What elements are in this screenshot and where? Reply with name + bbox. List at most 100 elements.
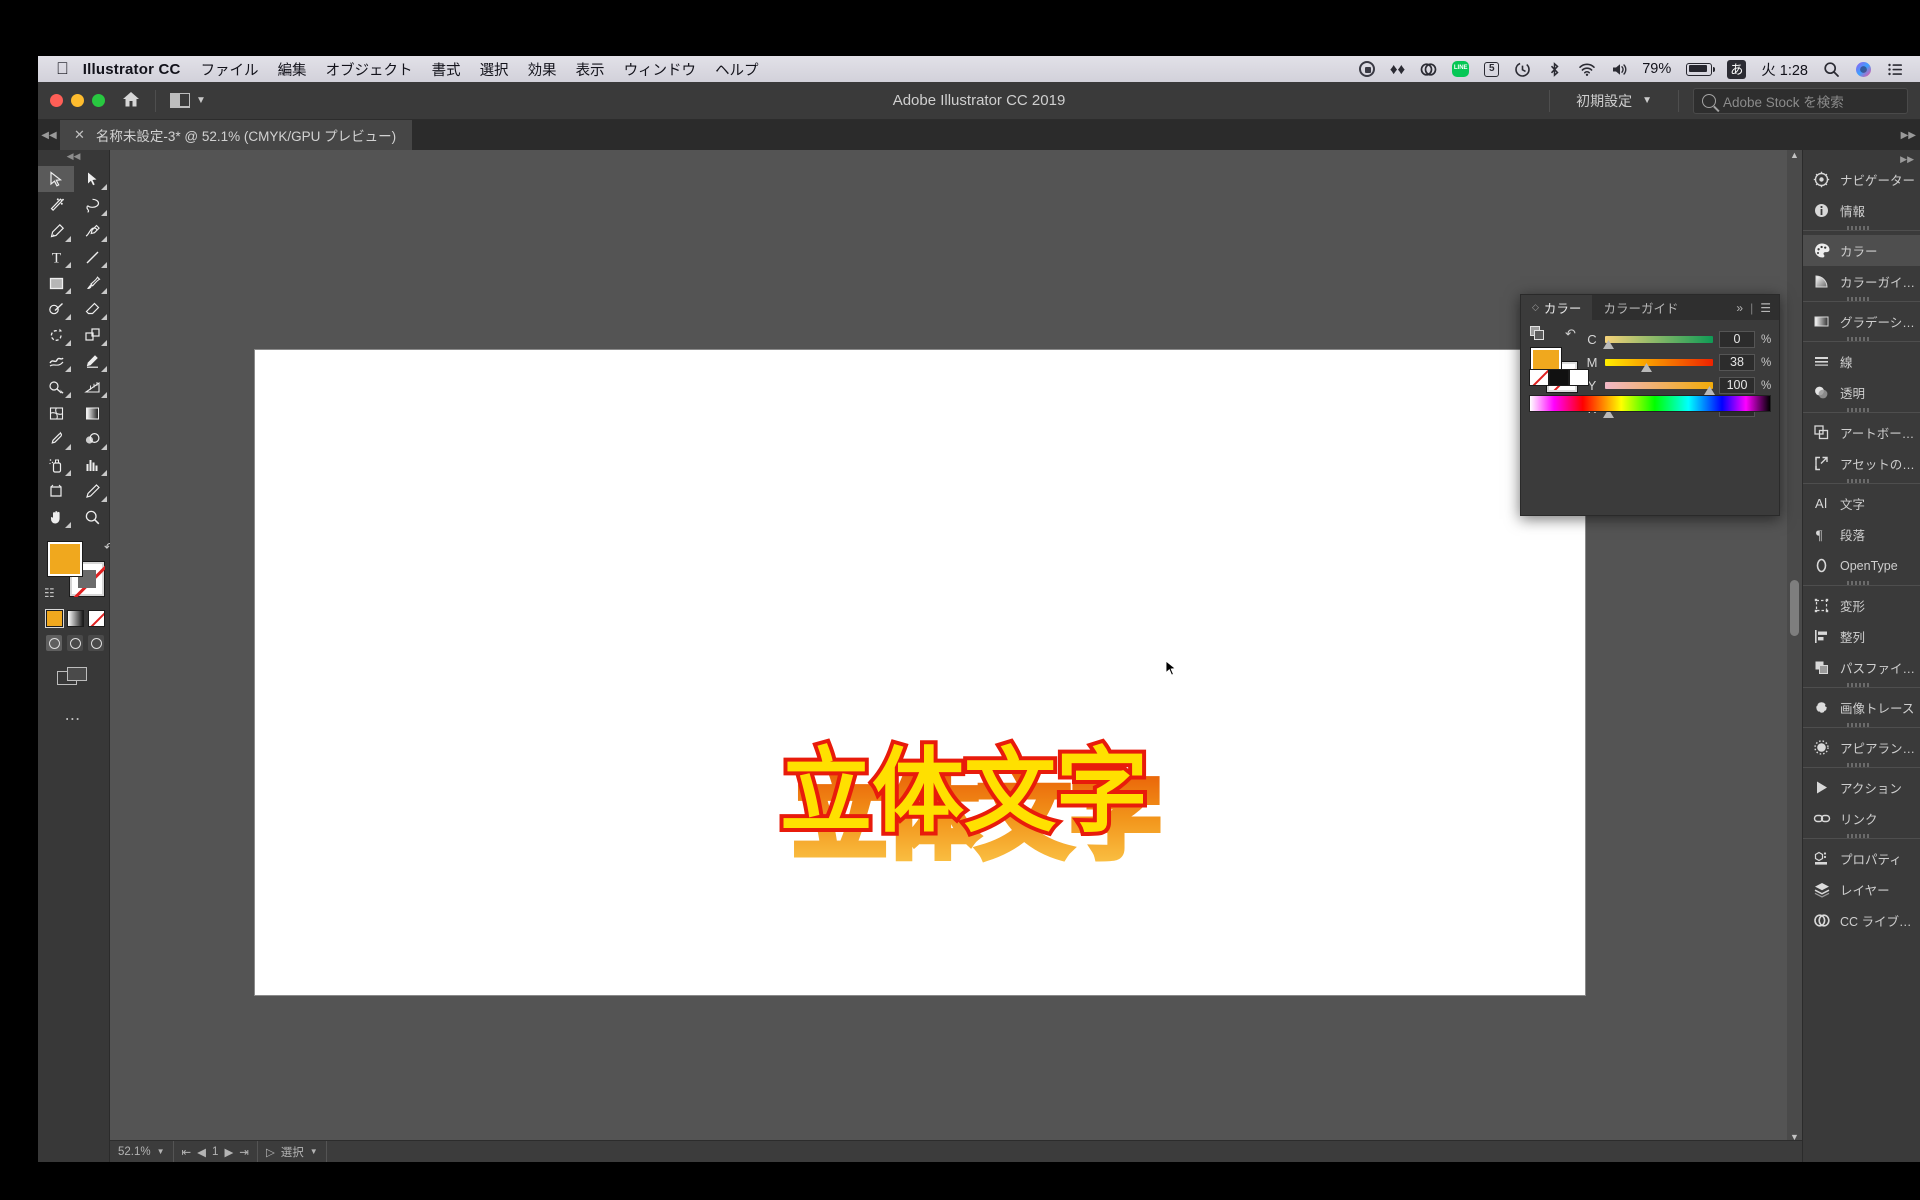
creative-cloud-icon[interactable]: [1420, 61, 1437, 78]
chevron-down-icon[interactable]: ▼: [157, 1147, 165, 1156]
slider-track-m[interactable]: [1605, 359, 1713, 372]
pen-tool[interactable]: [38, 218, 74, 244]
type-tool[interactable]: T: [38, 244, 74, 270]
eraser-tool[interactable]: [74, 296, 110, 322]
white-swatch[interactable]: [1569, 369, 1589, 386]
dock-item-asset-export[interactable]: アセットの…: [1803, 448, 1920, 479]
color-mode-button[interactable]: [45, 609, 64, 628]
none-mode-button[interactable]: [88, 610, 105, 627]
selection-tool[interactable]: [38, 166, 74, 192]
slider-value-m[interactable]: 38: [1719, 354, 1755, 371]
slider-knob-m[interactable]: [1641, 363, 1652, 372]
dock-item-paragraph[interactable]: ¶ 段落: [1803, 519, 1920, 550]
draw-normal-button[interactable]: [46, 635, 62, 651]
change-screen-mode-icon[interactable]: [56, 667, 91, 689]
dock-item-pathfinder[interactable]: パスファイ…: [1803, 652, 1920, 683]
slider-knob-y[interactable]: [1704, 386, 1715, 395]
menu-edit[interactable]: 編集: [278, 59, 307, 80]
control-center-icon[interactable]: [1887, 61, 1904, 78]
lasso-tool[interactable]: [74, 192, 110, 218]
slider-knob-c[interactable]: [1603, 340, 1614, 349]
menu-select[interactable]: 選択: [480, 59, 509, 80]
artboard-number[interactable]: 1: [212, 1146, 218, 1158]
paintbrush-tool[interactable]: [74, 270, 110, 296]
fill-stroke-indicator-icon[interactable]: [1530, 326, 1545, 344]
menu-effect[interactable]: 効果: [528, 59, 557, 80]
menu-file[interactable]: ファイル: [201, 59, 259, 80]
menu-view[interactable]: 表示: [576, 59, 605, 80]
arrange-documents-button[interactable]: ▼: [170, 93, 206, 108]
swap-fill-stroke-icon[interactable]: ↶: [1565, 326, 1576, 344]
zoom-tool[interactable]: [74, 504, 110, 530]
magic-wand-tool[interactable]: [38, 192, 74, 218]
collapse-left-icon[interactable]: ◀◀: [38, 120, 60, 150]
home-icon[interactable]: [121, 90, 141, 111]
last-page-icon[interactable]: ⇥: [239, 1145, 249, 1159]
vertical-scroll-thumb[interactable]: [1790, 580, 1799, 636]
battery-icon[interactable]: [1686, 62, 1716, 76]
line-icon[interactable]: LINE: [1452, 61, 1470, 77]
draw-behind-button[interactable]: [67, 635, 83, 651]
column-graph-tool[interactable]: [74, 452, 110, 478]
slider-track-y[interactable]: [1605, 382, 1715, 395]
dock-item-color[interactable]: カラー: [1803, 235, 1920, 266]
dock-item-info[interactable]: 情報: [1803, 195, 1920, 226]
next-page-icon[interactable]: ▶: [224, 1145, 233, 1159]
dock-item-properties[interactable]: プロパティ: [1803, 843, 1920, 874]
shaper-tool[interactable]: [38, 296, 74, 322]
scale-tool[interactable]: [74, 322, 110, 348]
eyedropper-tool[interactable]: [38, 426, 74, 452]
close-icon[interactable]: ✕: [74, 127, 85, 143]
dock-item-color-guide[interactable]: カラーガイ…: [1803, 266, 1920, 297]
gradient-tool[interactable]: [74, 400, 110, 426]
curvature-tool[interactable]: [74, 218, 110, 244]
tab-color[interactable]: ◇ カラー: [1521, 295, 1593, 320]
menu-app-name[interactable]: Illustrator CC: [83, 61, 181, 78]
dock-item-appearance[interactable]: アピアラン…: [1803, 732, 1920, 763]
none-swatch[interactable]: [1529, 369, 1549, 386]
slider-value-c[interactable]: 0: [1719, 331, 1755, 348]
dock-item-opentype[interactable]: OpenType: [1803, 550, 1920, 581]
minimize-window-button[interactable]: [71, 94, 84, 107]
collapse-right-icon[interactable]: ▶▶: [1901, 120, 1916, 150]
shape-builder-tool[interactable]: [38, 374, 74, 400]
first-page-icon[interactable]: ⇤: [182, 1145, 192, 1159]
dock-item-artboards[interactable]: アートボー…: [1803, 417, 1920, 448]
slider-value-y[interactable]: 100: [1719, 377, 1755, 394]
symbol-sprayer-tool[interactable]: [38, 452, 74, 478]
adobe-stock-search[interactable]: Adobe Stock を検索: [1693, 87, 1908, 114]
dock-item-links[interactable]: リンク: [1803, 803, 1920, 834]
artboard-tool[interactable]: [38, 478, 74, 504]
mesh-tool[interactable]: [38, 400, 74, 426]
menu-help[interactable]: ヘルプ: [715, 59, 759, 80]
color-spectrum-ramp[interactable]: [1529, 395, 1771, 412]
previous-page-icon[interactable]: ◀: [197, 1145, 206, 1159]
document-tab[interactable]: ✕ 名称未設定-3* @ 52.1% (CMYK/GPU プレビュー): [60, 120, 413, 150]
tab-color-guide[interactable]: カラーガイド: [1592, 295, 1689, 320]
sophos-icon[interactable]: 5: [1484, 61, 1500, 77]
chevron-down-icon[interactable]: ▼: [310, 1147, 318, 1156]
close-window-button[interactable]: [50, 94, 63, 107]
status-tool-indicator[interactable]: ▷ 選択 ▼: [258, 1141, 327, 1162]
gradient-mode-button[interactable]: [67, 610, 84, 627]
bluetooth-icon[interactable]: [1546, 61, 1563, 78]
timemachine-icon[interactable]: [1514, 61, 1531, 78]
direct-selection-tool[interactable]: [74, 166, 110, 192]
wifi-icon[interactable]: [1578, 61, 1596, 78]
artboard[interactable]: [255, 350, 1585, 995]
menu-clock[interactable]: 火 1:28: [1761, 59, 1808, 80]
dock-item-layers[interactable]: レイヤー: [1803, 874, 1920, 905]
dock-item-actions[interactable]: アクション: [1803, 772, 1920, 803]
menu-object[interactable]: オブジェクト: [326, 59, 413, 80]
fill-swatch[interactable]: [47, 541, 83, 577]
collapse-dock-icon[interactable]: ▶▶: [1803, 154, 1920, 164]
black-swatch[interactable]: [1549, 369, 1569, 386]
dropbox-icon[interactable]: ♦♦: [1390, 61, 1405, 78]
dock-item-navigator[interactable]: ナビゲーター: [1803, 164, 1920, 195]
input-method-indicator[interactable]: あ: [1727, 59, 1747, 79]
maximize-window-button[interactable]: [92, 94, 105, 107]
hand-tool[interactable]: [38, 504, 74, 530]
expand-panel-icon[interactable]: »: [1736, 301, 1743, 315]
width-tool[interactable]: [38, 348, 74, 374]
line-segment-tool[interactable]: [74, 244, 110, 270]
